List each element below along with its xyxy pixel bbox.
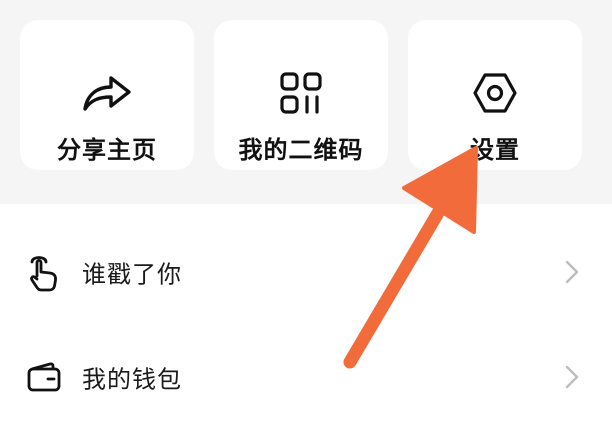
profile-menu-page: 分享主页 我的二维码 设置 谁戳了你 我的钱包 <box>0 0 612 439</box>
share-icon <box>79 68 135 118</box>
my-qr-code-label: 我的二维码 <box>238 136 364 164</box>
wallet-icon <box>24 357 64 397</box>
who-poked-me-label: 谁戳了你 <box>82 260 182 289</box>
share-profile-button[interactable]: 分享主页 <box>20 20 194 170</box>
settings-hexagon-icon <box>467 68 523 118</box>
qr-code-icon <box>273 68 329 118</box>
my-wallet-label: 我的钱包 <box>82 365 182 394</box>
settings-button[interactable]: 设置 <box>408 20 582 170</box>
settings-label: 设置 <box>470 136 520 164</box>
share-profile-label: 分享主页 <box>57 136 157 164</box>
quick-actions-band: 分享主页 我的二维码 设置 <box>0 0 612 204</box>
menu-list: 谁戳了你 我的钱包 <box>0 204 612 439</box>
chevron-right-icon <box>562 259 582 285</box>
list-item-who-poked-me[interactable]: 谁戳了你 <box>0 220 612 324</box>
finger-tap-icon <box>24 252 64 292</box>
my-qr-code-button[interactable]: 我的二维码 <box>214 20 388 170</box>
chevron-right-icon <box>562 364 582 390</box>
list-item-my-wallet[interactable]: 我的钱包 <box>0 325 612 429</box>
